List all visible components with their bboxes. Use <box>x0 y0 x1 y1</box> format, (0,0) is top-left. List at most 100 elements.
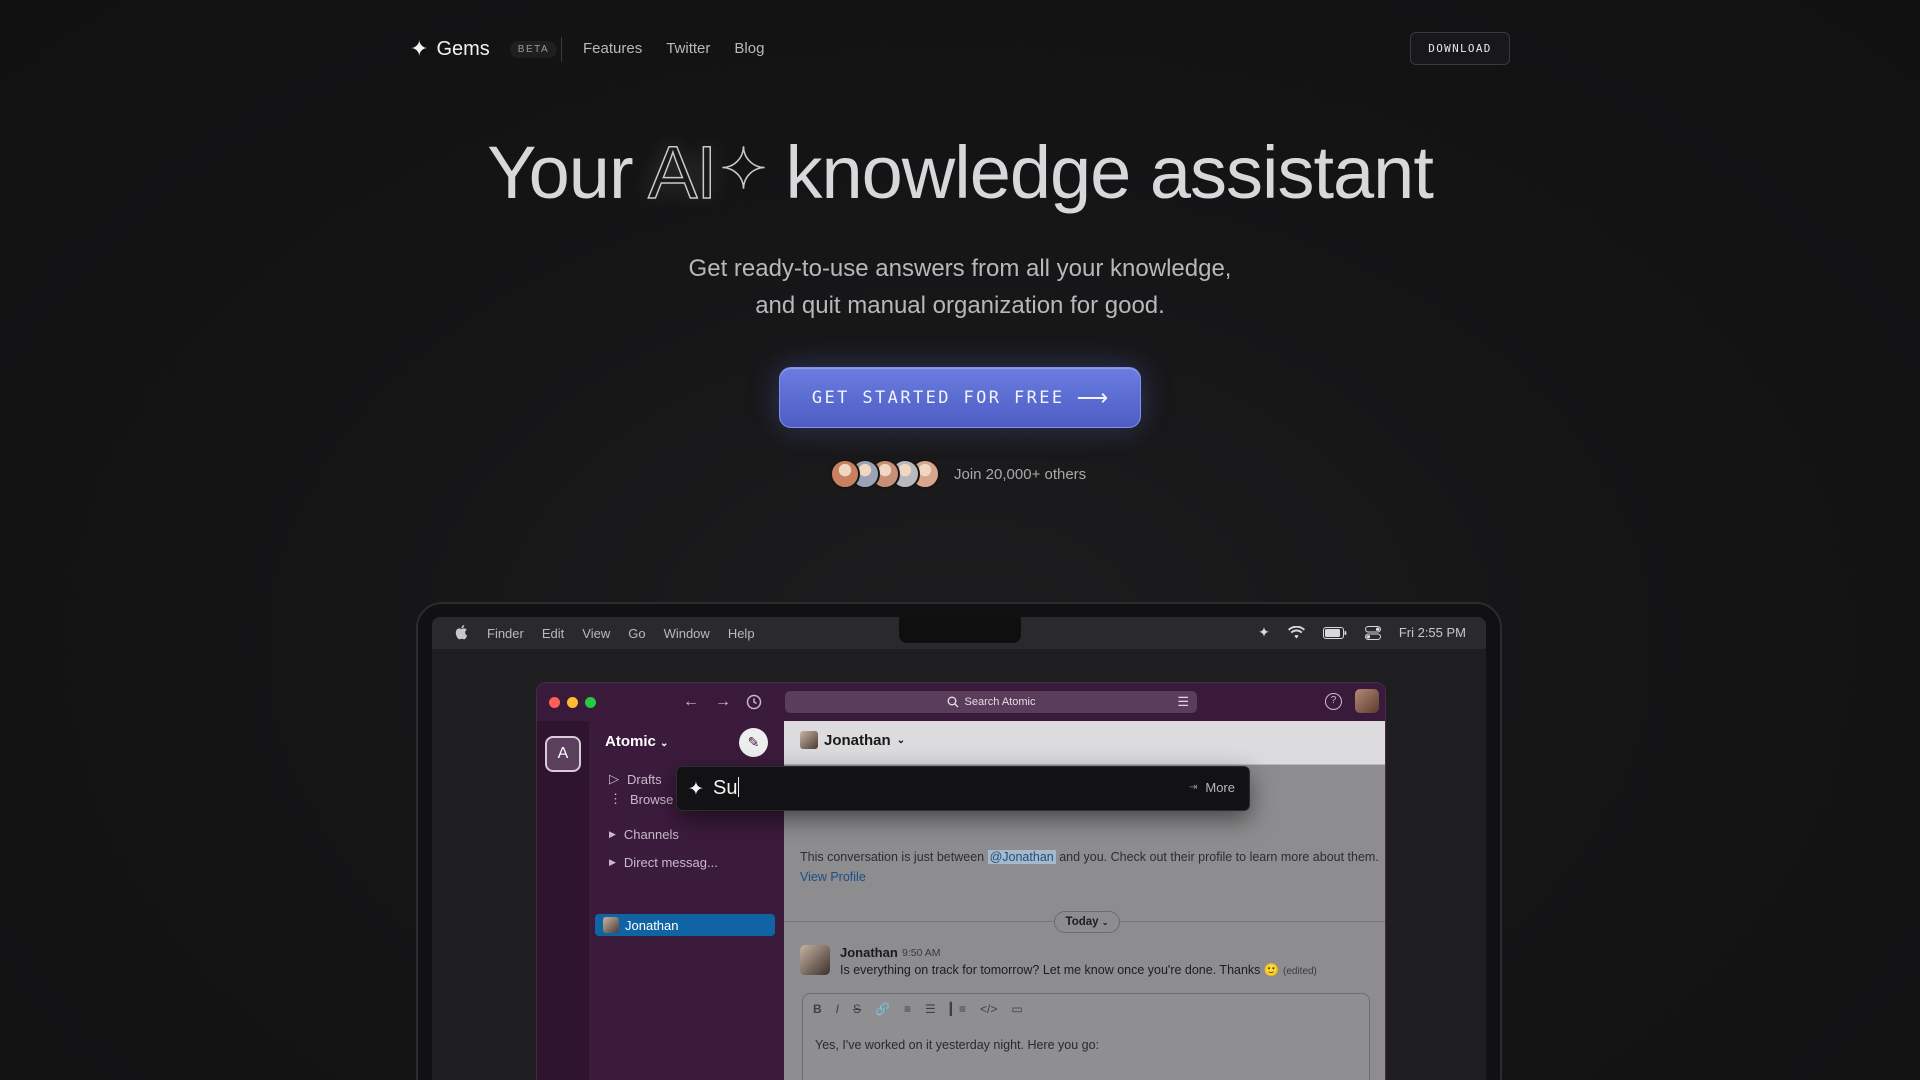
message-body: Is everything on track for tomorrow? Let… <box>840 963 1261 977</box>
sidebar-item-label: Direct messag... <box>623 855 718 870</box>
brand-name: Gems <box>436 38 490 60</box>
send-icon: ▷ <box>609 771 619 786</box>
hero-title-ai: AI <box>647 130 717 215</box>
bold-icon[interactable]: B <box>813 1002 822 1016</box>
strikethrough-icon[interactable]: S <box>853 1002 861 1016</box>
caret-right-icon: ▶ <box>609 857 616 867</box>
conversation-title-label: Jonathan <box>824 731 891 749</box>
mac-menu-items: Finder Edit View Go Window Help <box>487 626 755 641</box>
ordered-list-icon[interactable]: ≡ <box>904 1002 911 1016</box>
hero-subtitle-line-2: and quit manual organization for good. <box>755 292 1165 319</box>
compose-icon[interactable]: ✎ <box>739 728 768 757</box>
laptop-screen: Finder Edit View Go Window Help ✦ Fri 2:… <box>432 617 1486 1080</box>
control-center-icon[interactable] <box>1364 625 1381 640</box>
gems-query-input[interactable]: Su <box>713 777 740 800</box>
menu-view[interactable]: View <box>582 626 610 641</box>
conversation-title[interactable]: Jonathan ⌄ <box>800 731 905 749</box>
date-pill[interactable]: Today ⌄ <box>1054 911 1120 933</box>
menu-help[interactable]: Help <box>728 626 755 641</box>
sparkle-icon: ✦ <box>410 36 429 61</box>
get-started-button[interactable]: GET STARTED FOR FREE ⟶ <box>779 367 1141 428</box>
slack-search-bar[interactable]: Search Atomic ☰ <box>785 691 1197 713</box>
workspace-rail: A <box>537 721 589 1080</box>
hero-title-before: Your <box>487 131 634 214</box>
gems-query-text: Su <box>713 777 738 799</box>
apple-icon[interactable] <box>454 624 468 640</box>
gems-more-button[interactable]: ⇥ More <box>1189 780 1235 795</box>
minimize-window-button[interactable] <box>567 697 578 708</box>
hero-subtitle-line-1: Get ready-to-use answers from all your k… <box>688 255 1232 282</box>
filter-icon[interactable]: ☰ <box>1177 694 1189 710</box>
brand-logo[interactable]: ✦ Gems BETA <box>410 36 558 62</box>
social-proof: Join 20,000+ others <box>830 459 1086 489</box>
conversation-header: Jonathan ⌄ <box>784 721 1385 765</box>
view-profile-link[interactable]: View Profile <box>800 870 866 884</box>
nav-link-blog[interactable]: Blog <box>734 40 764 57</box>
nav-divider <box>561 37 562 62</box>
menubar-status: ✦ Fri 2:55 PM <box>1258 624 1466 641</box>
beta-badge: BETA <box>509 40 558 58</box>
intro-text: This conversation is just between <box>800 850 988 864</box>
menu-window[interactable]: Window <box>664 626 710 641</box>
sparkle-icon: ✦ <box>688 779 704 800</box>
message-composer[interactable]: B I S 🔗 ≡ ☰ ▎≡ </> ▭ Yes, I've worked on… <box>802 993 1370 1080</box>
battery-icon[interactable] <box>1322 626 1347 639</box>
sidebar-section-dms[interactable]: ▶ Direct messag... <box>609 855 718 870</box>
smile-emoji-icon: 🙂 <box>1263 963 1280 977</box>
nav-link-twitter[interactable]: Twitter <box>666 40 710 57</box>
wifi-icon[interactable] <box>1287 626 1305 639</box>
chevron-down-icon: ⌄ <box>896 734 906 746</box>
caret-right-icon: ▶ <box>609 829 616 839</box>
mention-link[interactable]: @Jonathan <box>987 850 1056 864</box>
composer-input[interactable]: Yes, I've worked on it yesterday night. … <box>815 1038 1099 1052</box>
code-block-icon[interactable]: ▭ <box>1011 1002 1022 1016</box>
bullet-list-icon[interactable]: ☰ <box>925 1002 936 1016</box>
sidebar-item-jonathan[interactable]: Jonathan <box>595 914 775 936</box>
blockquote-icon[interactable]: ▎≡ <box>950 1002 966 1016</box>
slack-search-placeholder: Search Atomic <box>964 696 1036 708</box>
italic-icon[interactable]: I <box>836 1002 839 1016</box>
forward-arrow-icon[interactable]: → <box>715 693 731 711</box>
history-icon[interactable] <box>746 694 762 710</box>
download-button[interactable]: DOWNLOAD <box>1410 32 1510 65</box>
mac-menubar: Finder Edit View Go Window Help ✦ Fri 2:… <box>432 617 1486 649</box>
user-avatar[interactable] <box>1355 689 1379 713</box>
maximize-window-button[interactable] <box>585 697 596 708</box>
sidebar-item-label: Channels <box>623 827 679 842</box>
sparkle-icon[interactable]: ✦ <box>1258 624 1270 641</box>
sidebar-item-drafts[interactable]: ▷ Drafts <box>609 771 662 787</box>
menubar-clock: Fri 2:55 PM <box>1398 625 1466 640</box>
slack-titlebar: ← → Search Atomic ☰ ? <box>537 683 1385 721</box>
edited-label: (edited) <box>1282 966 1317 977</box>
menu-edit[interactable]: Edit <box>542 626 564 641</box>
sidebar-item-label: Drafts <box>627 771 662 787</box>
conversation-intro: This conversation is just between @Jonat… <box>800 847 1380 887</box>
gems-command-bar[interactable]: ✦ Su ⇥ More <box>676 766 1250 811</box>
back-arrow-icon[interactable]: ← <box>683 693 699 711</box>
help-icon[interactable]: ? <box>1325 693 1342 710</box>
workspace-name[interactable]: Atomic ⌄ <box>605 733 668 750</box>
workspace-name-label: Atomic <box>605 733 656 750</box>
sidebar-section-channels[interactable]: ▶ Channels <box>609 827 679 842</box>
social-proof-text: Join 20,000+ others <box>954 465 1087 483</box>
workspace-switcher[interactable]: A <box>545 736 581 772</box>
message-text: Is everything on track for tomorrow? Let… <box>840 963 1317 978</box>
close-window-button[interactable] <box>549 697 560 708</box>
tab-key-icon: ⇥ <box>1188 782 1198 793</box>
message-author[interactable]: Jonathan <box>840 945 898 960</box>
arrow-right-icon: ⟶ <box>1076 384 1109 410</box>
chevron-down-icon: ⌄ <box>1101 918 1109 927</box>
sparkle-icon: ✦ <box>719 136 767 201</box>
date-pill-label: Today <box>1065 916 1099 928</box>
menu-finder[interactable]: Finder <box>487 626 524 641</box>
nav-link-features[interactable]: Features <box>583 40 642 57</box>
link-icon[interactable]: 🔗 <box>875 1002 890 1016</box>
code-icon[interactable]: </> <box>980 1002 997 1016</box>
avatar[interactable] <box>800 945 830 975</box>
avatar <box>800 731 818 749</box>
intro-text: and you. Check out their profile to lear… <box>1055 850 1379 864</box>
search-icon <box>947 696 959 708</box>
top-nav: ✦ Gems BETA Features Twitter Blog DOWNLO… <box>0 0 1920 98</box>
menu-go[interactable]: Go <box>628 626 645 641</box>
message-timestamp[interactable]: 9:50 AM <box>902 947 941 959</box>
